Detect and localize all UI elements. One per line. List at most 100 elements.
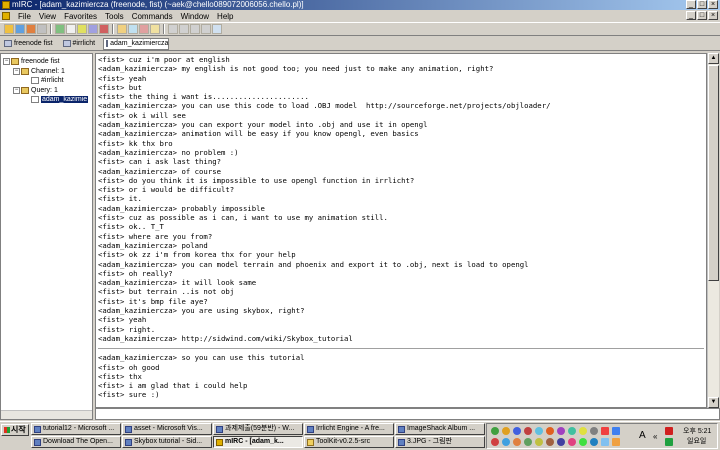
tree-server[interactable]: − freenode fist (3, 57, 60, 66)
menu-tools[interactable]: Tools (101, 12, 128, 21)
collapse-icon[interactable]: − (3, 57, 10, 65)
chat-line: <adam_kazimiercza> you can model terrain… (98, 259, 529, 269)
task-button[interactable]: 3.JPG - 그림판 (395, 436, 485, 448)
channels-list-icon[interactable] (37, 24, 47, 34)
scroll-down-arrow-icon[interactable]: ▼ (708, 397, 719, 408)
tray-app-icon[interactable] (557, 427, 565, 435)
tab-server[interactable]: freenode fist (2, 38, 57, 50)
arrange-icon[interactable] (201, 24, 211, 34)
media-icon[interactable] (546, 427, 554, 435)
mdi-minimize-button[interactable]: _ (686, 11, 696, 20)
paint-icon (398, 439, 405, 446)
tray-app-icon[interactable] (579, 427, 587, 435)
update-icon[interactable] (524, 427, 532, 435)
tray-app-icon[interactable] (524, 438, 532, 446)
chat-line: <adam_kazimiercza> http://sidwind.com/wi… (98, 333, 353, 343)
log-files-icon[interactable] (150, 24, 160, 34)
help-icon[interactable] (212, 24, 222, 34)
message-input[interactable] (95, 408, 720, 420)
tray-app-icon[interactable] (612, 427, 620, 435)
dcc-chat-icon[interactable] (99, 24, 109, 34)
maximize-button[interactable]: □ (697, 0, 707, 9)
collapse-icon[interactable]: − (13, 67, 20, 75)
chat-log[interactable]: <fist> cuz i'm poor at english <adam_kazi… (95, 53, 707, 408)
cascade-icon[interactable] (168, 24, 178, 34)
received-files-icon[interactable] (117, 24, 127, 34)
address-book-icon[interactable] (26, 24, 36, 34)
tray-app-icon[interactable] (535, 438, 543, 446)
tray-app-icon[interactable] (665, 438, 673, 446)
task-button[interactable]: Skybox tutorial - Sid... (122, 436, 212, 448)
folder-icon (21, 67, 29, 75)
connect-icon[interactable] (4, 24, 14, 34)
tray-app-icon[interactable] (612, 438, 620, 446)
ime-indicator[interactable]: A (639, 430, 646, 441)
mirc-app-icon[interactable] (2, 1, 10, 9)
tray-app-icon[interactable] (601, 427, 609, 435)
tray-app-icon[interactable] (502, 438, 510, 446)
task-button-active[interactable]: mIRC - [adam_k... (213, 436, 303, 448)
tray-app-icon[interactable] (491, 438, 499, 446)
options-icon[interactable] (15, 24, 25, 34)
url-list-icon[interactable] (139, 24, 149, 34)
clock-time[interactable]: 오후 5:21 (683, 426, 711, 436)
menu-window[interactable]: Window (177, 12, 213, 21)
tile-vertical-icon[interactable] (190, 24, 200, 34)
title-bar[interactable]: mIRC - [adam_kazimiercza (freenode, fist… (0, 0, 720, 10)
menu-file[interactable]: File (14, 12, 35, 21)
close-button[interactable]: × (708, 0, 718, 9)
tray-app-icon[interactable] (601, 438, 609, 446)
scripts-editor-icon[interactable] (66, 24, 76, 34)
browser-icon (398, 426, 405, 433)
collapse-icon[interactable]: − (13, 86, 20, 94)
tray-app-icon[interactable] (568, 427, 576, 435)
task-button[interactable]: tutorial12 - Microsoft ... (31, 423, 121, 435)
task-button[interactable]: ImageShack Album ... (395, 423, 485, 435)
tray-app-icon[interactable] (557, 438, 565, 446)
tree-query-item[interactable]: adam_kazimie (31, 95, 89, 104)
tray-app-icon[interactable] (546, 438, 554, 446)
task-button[interactable]: ToolKit-v0.2.5-src (304, 436, 394, 448)
chevron-left-icon[interactable]: « (653, 432, 657, 441)
tree-horizontal-scrollbar[interactable] (1, 410, 92, 419)
tile-horizontal-icon[interactable] (179, 24, 189, 34)
mdi-restore-button[interactable]: □ (697, 11, 707, 20)
scroll-up-arrow-icon[interactable]: ▲ (708, 53, 719, 64)
antivirus-icon[interactable] (513, 427, 521, 435)
menu-favorites[interactable]: Favorites (60, 12, 101, 21)
tray-app-icon[interactable] (579, 438, 587, 446)
volume-icon[interactable] (535, 427, 543, 435)
menu-commands[interactable]: Commands (128, 12, 177, 21)
network-icon[interactable] (491, 427, 499, 435)
mdi-window-icon[interactable] (2, 12, 10, 20)
task-button[interactable]: Download The Open... (31, 436, 121, 448)
tray-app-icon[interactable] (590, 427, 598, 435)
tray-app-icon[interactable] (568, 438, 576, 446)
minimize-button[interactable]: _ (686, 0, 696, 9)
chat-line: <fist> can i ask last thing? (98, 157, 222, 167)
menu-view[interactable]: View (35, 12, 60, 21)
task-button[interactable]: asset - Microsoft Vis... (122, 423, 212, 435)
tree-channel-item[interactable]: #irrlicht (31, 76, 64, 85)
chat-line: <fist> but terrain ..is not obj (98, 287, 235, 297)
chat-line: <fist> oh really? (98, 268, 173, 278)
notify-list-icon[interactable] (128, 24, 138, 34)
dcc-send-icon[interactable] (88, 24, 98, 34)
task-button[interactable]: Irrlicht Engine - A fre... (304, 423, 394, 435)
start-button[interactable]: 시작 (1, 424, 29, 436)
tree-queries-folder[interactable]: − Query: 1 (13, 86, 58, 95)
tray-app-icon[interactable] (590, 438, 598, 446)
chat-vertical-scrollbar[interactable]: ▲ ▼ (707, 53, 719, 408)
tab-channel[interactable]: #irrlicht (61, 38, 100, 50)
mdi-close-button[interactable]: × (708, 11, 718, 20)
tree-channels-folder[interactable]: − Channel: 1 (13, 67, 65, 76)
tray-app-icon[interactable] (665, 427, 673, 435)
tray-app-icon[interactable] (513, 438, 521, 446)
tab-query[interactable]: adam_kazimiercza (103, 37, 170, 50)
channel-folder-icon[interactable] (55, 24, 65, 34)
menu-help[interactable]: Help (213, 12, 237, 21)
favorites-icon[interactable] (77, 24, 87, 34)
task-button[interactable]: 과제제출(59분반) - W... (213, 423, 303, 435)
scrollbar-thumb[interactable] (708, 65, 719, 281)
messenger-icon[interactable] (502, 427, 510, 435)
